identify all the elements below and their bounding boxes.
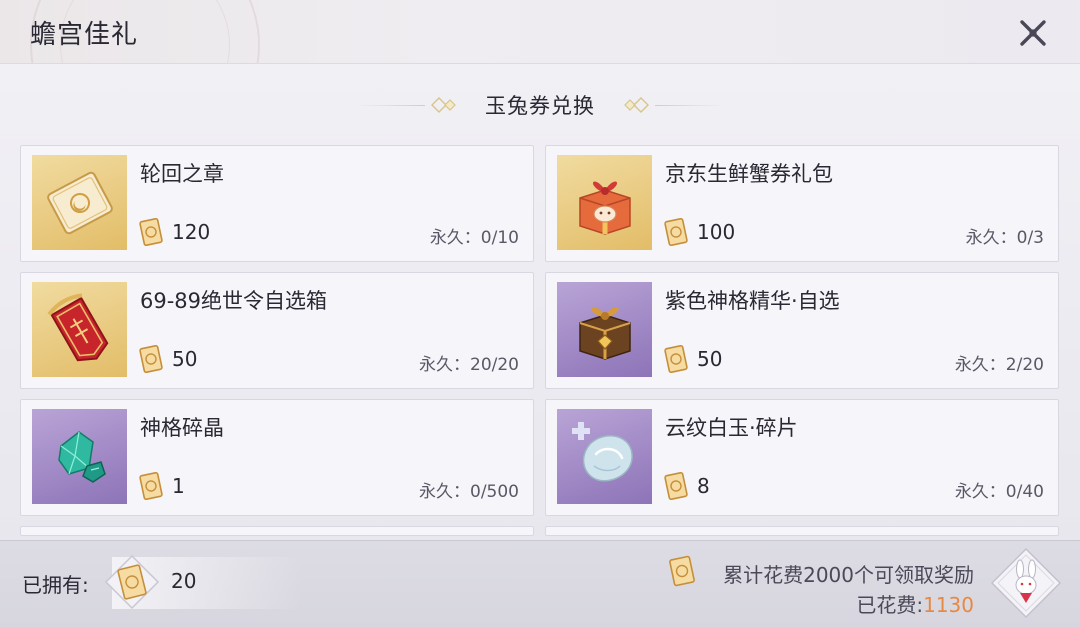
spent-label: 已花费: <box>856 593 924 617</box>
rabbit-ticket-icon <box>669 555 695 587</box>
item-cost: 8 <box>697 474 710 498</box>
item-thumbnail <box>557 409 652 504</box>
rabbit-ticket-icon <box>104 554 160 610</box>
item-limit: 永久：0/40 <box>954 482 1044 502</box>
item-cost: 120 <box>172 220 211 244</box>
item-card[interactable]: 云纹白玉·碎片 8 永久：0/40 <box>545 399 1059 516</box>
owned-label: 已拥有: <box>22 573 89 597</box>
window-title: 蟾宫佳礼 <box>30 20 139 50</box>
gift-box-icon <box>578 180 631 235</box>
diamond-ornament-icon <box>431 96 461 114</box>
item-limit: 永久：2/20 <box>954 355 1044 375</box>
owned-count: 20 <box>171 569 197 593</box>
close-icon <box>1020 20 1046 46</box>
item-limit: 永久：0/10 <box>429 228 519 248</box>
diamond-ornament-icon <box>619 96 649 114</box>
item-cost: 1 <box>172 474 185 498</box>
section-title: 玉兔券兑换 <box>485 94 595 118</box>
chapter-scroll-icon <box>46 171 113 234</box>
treasure-chest-icon <box>578 306 631 360</box>
item-card[interactable]: 神格碎晶 1 永久：0/500 <box>20 399 534 516</box>
spent-row: 已花费:1130 <box>856 589 974 618</box>
item-cost: 50 <box>697 347 723 371</box>
item-name: 云纹白玉·碎片 <box>665 416 798 440</box>
rabbit-ticket-icon <box>664 344 688 374</box>
rabbit-ticket-icon <box>139 217 163 247</box>
item-card[interactable]: 轮回之章 120 永久：0/10 <box>20 145 534 262</box>
footer-bar: 已拥有: 20 累计花费2000个可领取奖励 已花费:1130 <box>0 540 1080 627</box>
exchange-panel: 玉兔券兑换 轮回之章 120 永久：0/10 京东生鲜蟹券礼包 100 永久：0… <box>0 64 1080 540</box>
item-thumbnail <box>557 155 652 250</box>
rabbit-reward-icon <box>990 547 1062 619</box>
cumulative-reward-button[interactable] <box>990 547 1062 619</box>
red-token-icon <box>46 292 108 361</box>
item-name: 京东生鲜蟹券礼包 <box>665 162 833 186</box>
jade-shard-icon <box>571 421 633 482</box>
item-cost: 50 <box>172 347 198 371</box>
item-thumbnail <box>557 282 652 377</box>
item-limit: 永久：0/3 <box>965 228 1044 248</box>
title-bar: 蟾宫佳礼 <box>0 0 1080 64</box>
rabbit-ticket-icon <box>139 471 163 501</box>
item-card-partial[interactable] <box>545 526 1059 536</box>
rabbit-ticket-icon <box>139 344 163 374</box>
item-name: 69-89绝世令自选箱 <box>140 289 328 313</box>
item-limit: 永久：0/500 <box>419 482 519 502</box>
divider-line-right <box>655 104 725 106</box>
item-limit: 永久：20/20 <box>419 355 519 375</box>
item-card[interactable]: 京东生鲜蟹券礼包 100 永久：0/3 <box>545 145 1059 262</box>
item-thumbnail <box>32 409 127 504</box>
item-cost: 100 <box>697 220 736 244</box>
rabbit-ticket-icon <box>664 217 688 247</box>
spent-value: 1130 <box>923 593 974 617</box>
item-thumbnail <box>32 155 127 250</box>
green-crystal-icon <box>57 430 106 483</box>
section-header: 玉兔券兑换 <box>0 88 1080 122</box>
item-thumbnail <box>32 282 127 377</box>
divider-line-left <box>355 104 425 106</box>
item-card[interactable]: 紫色神格精华·自选 50 永久：2/20 <box>545 272 1059 389</box>
item-name: 神格碎晶 <box>140 416 224 440</box>
item-card[interactable]: 69-89绝世令自选箱 50 永久：20/20 <box>20 272 534 389</box>
rabbit-ticket-icon <box>664 471 688 501</box>
item-name: 轮回之章 <box>140 162 224 186</box>
item-name: 紫色神格精华·自选 <box>665 289 840 313</box>
close-button[interactable] <box>1014 14 1052 52</box>
item-card-partial[interactable] <box>20 526 534 536</box>
reward-progress-text: 累计花费2000个可领取奖励 <box>723 563 974 587</box>
